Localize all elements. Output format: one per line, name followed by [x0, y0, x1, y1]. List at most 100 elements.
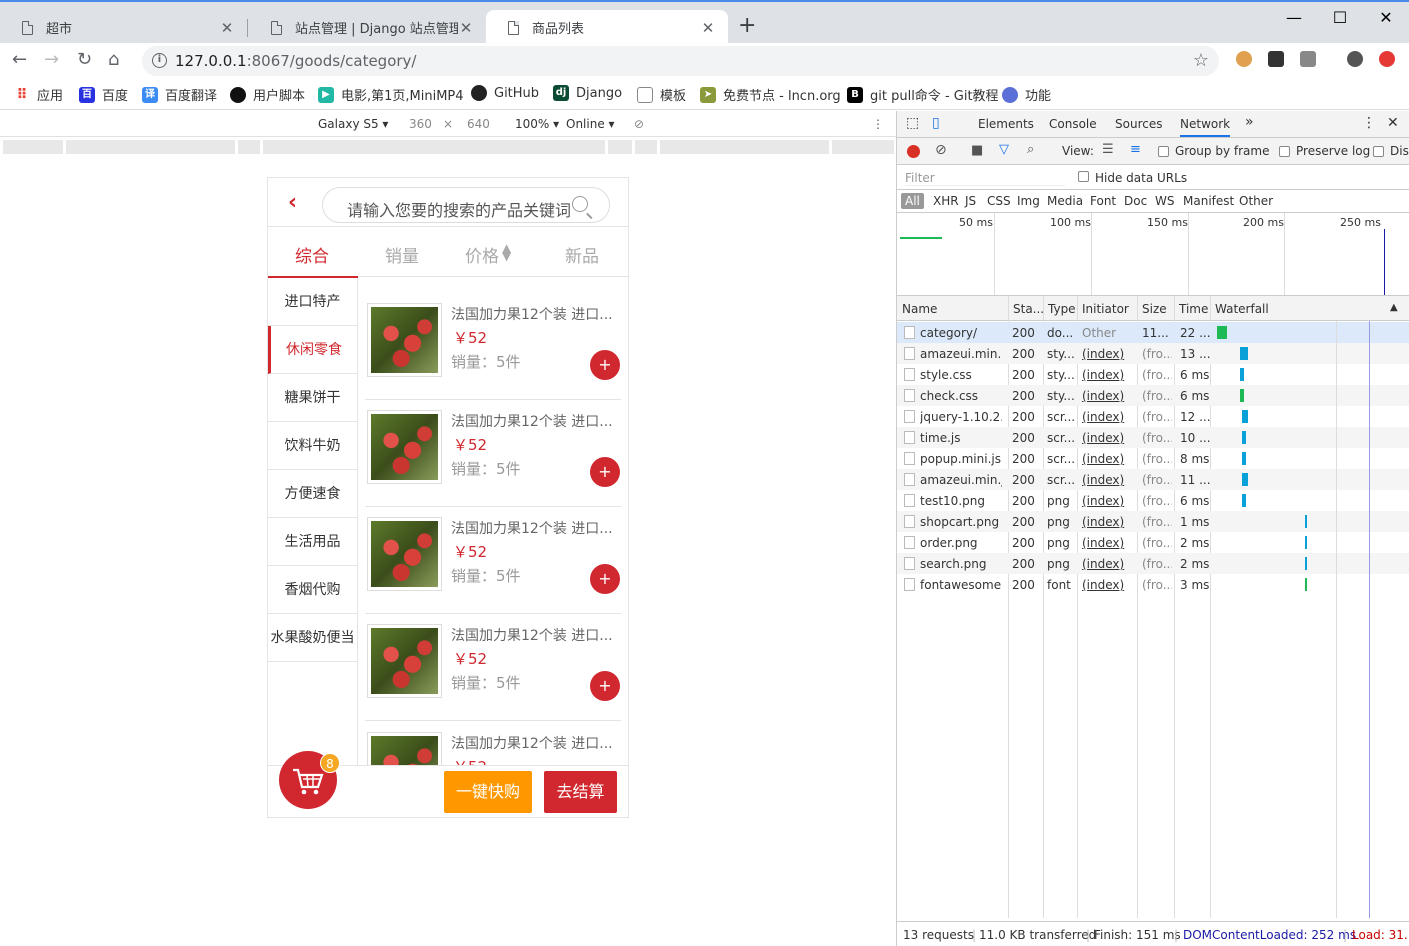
bookmark-free-nodes[interactable]: ➤ 免费节点 - lncn.org [700, 85, 841, 104]
bookmark-github[interactable]: GitHub [471, 85, 539, 101]
device-width[interactable]: 360 [409, 117, 432, 131]
x-extension-icon[interactable] [1268, 51, 1284, 67]
bookmark-baidu-translate[interactable]: 译百度翻译 [142, 85, 217, 104]
request-initiator[interactable]: Other [1082, 326, 1136, 340]
request-row[interactable]: style.css 200 sty... (index) (fro... 6 ms [897, 364, 1409, 385]
waterfall-bar[interactable] [1240, 347, 1249, 360]
close-tab-icon[interactable]: ✕ [219, 19, 235, 37]
profile-avatar-icon[interactable] [1347, 51, 1363, 67]
type-filter-all[interactable]: All [901, 193, 924, 209]
bookmark-movies[interactable]: ▶ 电影,第1页,MiniMP4 [318, 85, 464, 104]
type-filter-css[interactable]: CSS [987, 194, 1011, 208]
request-initiator[interactable]: (index) [1082, 578, 1136, 592]
waterfall-bar[interactable] [1304, 515, 1307, 528]
ruler-segment[interactable] [263, 140, 605, 154]
new-tab-button[interactable]: + [738, 15, 756, 37]
product-name[interactable]: 法国加力果12个装 进口... [451, 518, 613, 538]
product-name[interactable]: 法国加力果12个装 进口... [451, 304, 613, 324]
ruler-segment[interactable] [635, 140, 657, 154]
add-to-cart-button[interactable]: + [590, 671, 620, 701]
inspect-element-icon[interactable]: ⬚ [906, 115, 919, 131]
network-select[interactable]: Online ▾ [566, 117, 615, 131]
minimize-button[interactable]: — [1271, 8, 1317, 27]
forward-button[interactable]: → [44, 49, 59, 70]
close-tab-icon[interactable]: ✕ [458, 19, 474, 37]
extension-icon[interactable] [1300, 51, 1316, 67]
product-image[interactable] [367, 624, 442, 698]
add-to-cart-button[interactable]: + [590, 457, 620, 487]
request-initiator[interactable]: (index) [1082, 452, 1136, 466]
sort-asc-icon[interactable]: ▲ [1390, 302, 1398, 313]
bookmark-templates[interactable]: 模板 [637, 85, 686, 104]
request-initiator[interactable]: (index) [1082, 494, 1136, 508]
device-select[interactable]: Galaxy S5 ▾ [318, 117, 388, 131]
request-row[interactable]: search.png 200 png (index) (fro... 2 ms [897, 553, 1409, 574]
category-item[interactable]: 水果酸奶便当 [268, 614, 357, 662]
request-row[interactable]: shopcart.png 200 png (index) (fro... 1 ms [897, 511, 1409, 532]
zoom-select[interactable]: 100% ▾ [515, 117, 559, 131]
info-icon[interactable]: i [152, 53, 167, 68]
ruler-segment[interactable] [608, 140, 632, 154]
filter-icon[interactable]: ▽ [999, 142, 1009, 157]
tab-product-list[interactable]: 商品列表 ✕ [486, 10, 728, 45]
disable-cache-checkbox[interactable] [1373, 146, 1384, 157]
waterfall-bar[interactable] [1216, 326, 1227, 339]
ruler-segment[interactable] [660, 140, 829, 154]
device-height[interactable]: 640 [467, 117, 490, 131]
quick-buy-button[interactable]: 一键快购 [444, 771, 532, 813]
waterfall-bar[interactable] [1242, 452, 1247, 465]
hide-data-urls-checkbox[interactable] [1078, 171, 1089, 182]
record-icon[interactable] [907, 145, 920, 158]
waterfall-bar[interactable] [1242, 494, 1247, 507]
checkout-button[interactable]: 去结算 [544, 771, 617, 813]
type-filter-manifest[interactable]: Manifest [1183, 194, 1234, 208]
back-button[interactable]: ← [12, 49, 27, 70]
category-item[interactable]: 方便速食 [268, 470, 357, 518]
close-tab-icon[interactable]: ✕ [700, 19, 716, 37]
waterfall-bar[interactable] [1304, 557, 1307, 570]
url-text[interactable]: 127.0.0.1:8067/goods/category/ [175, 52, 416, 70]
product-card[interactable]: 法国加力果12个装 进口... ￥52 销量：5件 + [365, 614, 621, 721]
col-time[interactable]: Time [1179, 302, 1208, 316]
search-icon[interactable] [572, 196, 588, 212]
type-filter-media[interactable]: Media [1047, 194, 1083, 208]
product-card[interactable]: 法国加力果12个装 进口... ￥52 销量：5件 + [365, 400, 621, 507]
back-chevron-icon[interactable]: ‹ [288, 190, 297, 215]
col-status[interactable]: Sta... [1013, 302, 1044, 316]
close-window-button[interactable]: ✕ [1363, 8, 1409, 27]
add-to-cart-button[interactable]: + [590, 564, 620, 594]
tab-sources[interactable]: Sources [1115, 117, 1162, 131]
bookmark-baidu[interactable]: 百百度 [79, 85, 128, 104]
devtools-menu-icon[interactable]: ⋮ [1362, 115, 1376, 131]
waterfall-bar[interactable] [1240, 389, 1245, 402]
waterfall-bar[interactable] [1242, 410, 1249, 423]
cookie-extension-icon[interactable] [1236, 51, 1252, 67]
product-image[interactable] [367, 410, 442, 484]
add-to-cart-button[interactable]: + [590, 350, 620, 380]
maximize-button[interactable]: ☐ [1317, 8, 1363, 27]
tab-elements[interactable]: Elements [978, 117, 1034, 131]
large-rows-icon[interactable]: ☰ [1102, 142, 1114, 157]
reload-button[interactable]: ↻ [77, 49, 92, 70]
col-initiator[interactable]: Initiator [1082, 302, 1129, 316]
update-icon[interactable] [1379, 51, 1395, 67]
category-item-active[interactable]: 休闲零食 [268, 326, 357, 374]
bookmark-star-icon[interactable]: ☆ [1193, 50, 1209, 71]
request-initiator[interactable]: (index) [1082, 515, 1136, 529]
waterfall-bar[interactable] [1304, 578, 1307, 591]
type-filter-xhr[interactable]: XHR [933, 194, 959, 208]
request-initiator[interactable]: (index) [1082, 473, 1136, 487]
col-size[interactable]: Size [1142, 302, 1167, 316]
tab-console[interactable]: Console [1049, 117, 1097, 131]
close-devtools-icon[interactable]: ✕ [1387, 115, 1399, 131]
bookmark-django[interactable]: dj Django [553, 85, 622, 101]
waterfall-bar[interactable] [1242, 431, 1247, 444]
request-row[interactable]: test10.png 200 png (index) (fro... 6 ms [897, 490, 1409, 511]
waterfall-bar[interactable] [1304, 536, 1307, 549]
device-toggle-icon[interactable]: ▯ [932, 115, 940, 131]
bookmark-git-pull[interactable]: Bgit pull命令 - Git教程 [847, 85, 999, 104]
group-by-frame-checkbox[interactable] [1158, 146, 1169, 157]
search-input[interactable]: 请输入您要的搜索的产品关键词 [322, 187, 610, 223]
filter-input[interactable]: Filter [905, 171, 1065, 186]
sort-tab-price[interactable]: 价格 ▲ ▼ [465, 242, 511, 267]
